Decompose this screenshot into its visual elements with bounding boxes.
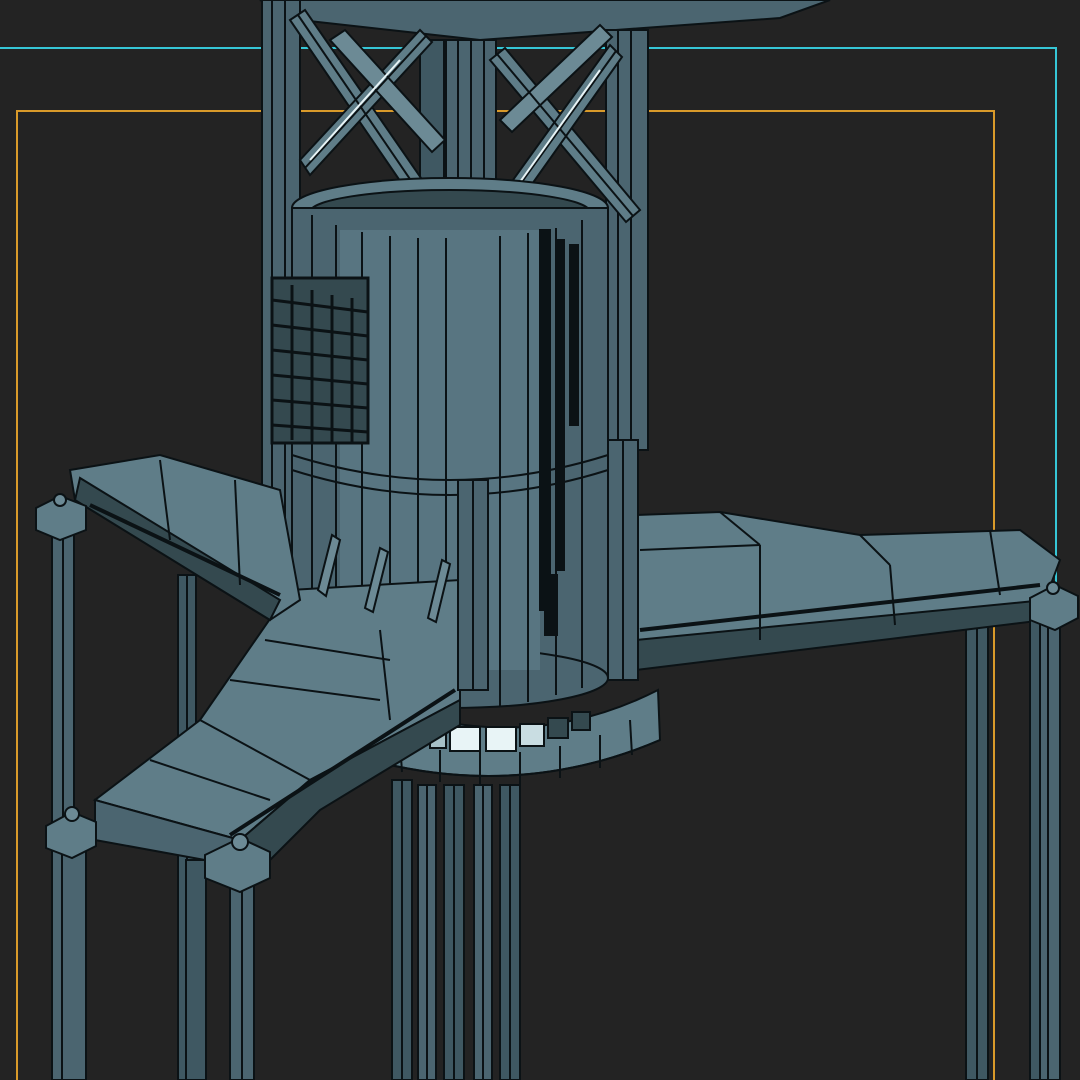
support-leg-center-front bbox=[185, 859, 255, 1080]
support-leg-back-right bbox=[965, 609, 989, 1080]
support-leg-left-front bbox=[51, 519, 87, 1080]
central-piles bbox=[391, 779, 521, 1080]
ladder-cage bbox=[270, 276, 370, 445]
viewport-render bbox=[0, 0, 1079, 1080]
arm-right bbox=[635, 510, 1062, 672]
support-leg-right-front bbox=[1029, 609, 1061, 1080]
3d-viewport[interactable] bbox=[0, 0, 1080, 1080]
